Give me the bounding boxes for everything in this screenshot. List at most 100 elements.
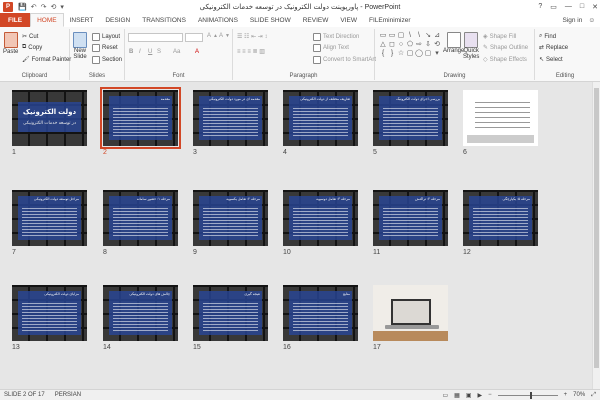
shrink-font-button[interactable]: A ▼: [219, 33, 230, 39]
smiley-icon[interactable]: ☺: [588, 17, 595, 24]
slide-thumbnail[interactable]: بررسی اجرای دولت الکترونیک: [373, 90, 448, 146]
font-name-box[interactable]: [128, 33, 183, 42]
slide-thumbnail[interactable]: مرحله ۵: یکپارچگی: [463, 190, 538, 246]
replace-button[interactable]: ⇄ Replace: [539, 44, 568, 52]
shape-effects-button[interactable]: ◇ Shape Effects: [483, 56, 527, 64]
align-buttons[interactable]: ≡ ≡ ≡ ≣ ▥: [237, 48, 265, 55]
shape-triangle[interactable]: △: [379, 41, 387, 49]
select-button[interactable]: ↖ Select: [539, 56, 563, 64]
minimize-button[interactable]: —: [565, 3, 572, 10]
align-text-button[interactable]: Align Text: [313, 44, 349, 52]
slide-thumbnail[interactable]: مقدمه ای در مورد دولت الکترونیکی: [193, 90, 268, 146]
shadow-button[interactable]: S: [157, 49, 161, 55]
save-icon[interactable]: 💾: [18, 3, 27, 11]
tab-view[interactable]: VIEW: [334, 13, 363, 27]
find-button[interactable]: ⌕ Find: [539, 33, 556, 40]
bold-button[interactable]: B: [129, 49, 133, 55]
copy-button[interactable]: ⧉ Copy: [22, 44, 42, 51]
layout-button[interactable]: Layout: [92, 33, 120, 41]
arrange-button[interactable]: Arrange: [443, 32, 464, 54]
sign-in-link[interactable]: Sign in: [562, 17, 582, 24]
tab-slide-show[interactable]: SLIDE SHOW: [244, 13, 297, 27]
font-color-button[interactable]: A: [195, 49, 199, 55]
customize-qat-icon[interactable]: ▾: [60, 3, 64, 11]
shape-right-arrow[interactable]: ⇨: [415, 41, 423, 49]
powerpoint-app-icon[interactable]: P: [3, 1, 13, 12]
zoom-in-icon[interactable]: +: [564, 392, 568, 398]
undo-icon[interactable]: ↶: [31, 3, 37, 11]
shape-line[interactable]: \: [406, 32, 414, 40]
new-slide-button[interactable]: New Slide: [73, 32, 87, 60]
reading-view-icon[interactable]: ▣: [466, 392, 472, 399]
reset-button[interactable]: Reset: [92, 44, 118, 52]
slide-thumbnail[interactable]: مرحله ۴: تراکنش: [373, 190, 448, 246]
shape-textbox[interactable]: ▭: [388, 32, 396, 40]
scrollbar-thumb[interactable]: [594, 88, 599, 368]
tab-fileminimizer[interactable]: FILEminimizer: [363, 13, 417, 27]
shape-rounded[interactable]: ▢: [397, 32, 405, 40]
slide-thumbnail[interactable]: منابع: [283, 285, 358, 341]
section-button[interactable]: Section: [92, 56, 122, 64]
slide-thumbnail[interactable]: مرحله ۱: حضور سامانه: [103, 190, 178, 246]
shape-square[interactable]: ◻: [388, 41, 396, 49]
slide-thumbnail[interactable]: مرحله ۲: تعامل یکسویه: [193, 190, 268, 246]
shape-star[interactable]: ☆: [397, 50, 405, 58]
repeat-icon[interactable]: ⟲: [50, 3, 56, 11]
paste-button[interactable]: Paste: [3, 32, 18, 55]
quick-styles-button[interactable]: Quick Styles: [463, 32, 479, 60]
shapes-more[interactable]: ▾: [433, 50, 441, 58]
shape-frame[interactable]: ▢: [406, 50, 414, 58]
zoom-slider[interactable]: [497, 391, 558, 399]
slide-thumbnail[interactable]: تعاریف مختلف از دولت الکترونیکی: [283, 90, 358, 146]
shape-brace-l[interactable]: {: [379, 50, 387, 58]
shape-box[interactable]: ▢: [424, 50, 432, 58]
shape-curved[interactable]: ⟲: [433, 41, 441, 49]
slide-thumbnail[interactable]: نتیجه گیری: [193, 285, 268, 341]
shape-outline-button[interactable]: ✎ Shape Outline: [483, 44, 528, 52]
smartart-button[interactable]: Convert to SmartArt: [313, 56, 376, 64]
shape-oval[interactable]: ○: [397, 41, 405, 49]
shape-triangle-r[interactable]: ⊿: [433, 32, 441, 40]
shape-brace-r[interactable]: }: [388, 50, 396, 58]
fit-slide-icon[interactable]: ⤢: [591, 392, 596, 399]
slide-thumbnail[interactable]: [463, 90, 538, 146]
shape-fill-button[interactable]: ◈ Shape Fill: [483, 33, 516, 41]
text-direction-button[interactable]: Text Direction: [313, 33, 359, 41]
slide-thumbnail[interactable]: مراحل توسعه دولت الکترونیکی: [12, 190, 87, 246]
grow-font-button[interactable]: A ▲: [207, 33, 218, 39]
shape-pentagon[interactable]: ⬠: [406, 41, 414, 49]
format-painter-button[interactable]: 🖌 Format Painter: [22, 56, 71, 64]
redo-icon[interactable]: ↷: [41, 3, 47, 11]
language-indicator[interactable]: PERSIAN: [55, 392, 81, 398]
vertical-scrollbar[interactable]: [592, 82, 600, 389]
maximize-button[interactable]: □: [580, 3, 584, 10]
shape-line2[interactable]: \: [415, 32, 423, 40]
slide-thumbnail[interactable]: [373, 285, 448, 341]
normal-view-icon[interactable]: ▭: [443, 392, 449, 399]
cut-button[interactable]: ✂ Cut: [22, 33, 38, 41]
tab-insert[interactable]: INSERT: [64, 13, 100, 27]
tab-design[interactable]: DESIGN: [99, 13, 136, 27]
tab-file[interactable]: FILE: [0, 13, 31, 27]
slideshow-icon[interactable]: ▶: [478, 392, 483, 399]
slide-thumbnail[interactable]: مزایای دولت الکترونیکی: [12, 285, 87, 341]
slide-thumbnail[interactable]: چالش های دولت الکترونیکی: [103, 285, 178, 341]
shape-rect[interactable]: ▭: [379, 32, 387, 40]
shape-circle[interactable]: ◯: [415, 50, 423, 58]
tab-transitions[interactable]: TRANSITIONS: [136, 13, 192, 27]
underline-button[interactable]: U: [148, 49, 152, 55]
tab-home[interactable]: HOME: [30, 13, 64, 27]
font-size-box[interactable]: [185, 33, 203, 42]
bullets-button[interactable]: ☰ ☷ ⇤ ⇥ ↕: [237, 33, 267, 40]
ribbon-display-button[interactable]: ▭: [550, 3, 557, 11]
shape-arrow[interactable]: ↘: [424, 32, 432, 40]
zoom-out-icon[interactable]: −: [488, 392, 492, 398]
tab-animations[interactable]: ANIMATIONS: [192, 13, 244, 27]
shape-down-arrow[interactable]: ⇩: [424, 41, 432, 49]
sorter-view-icon[interactable]: ▦: [454, 392, 460, 399]
change-case-button[interactable]: Aa: [173, 49, 180, 55]
close-button[interactable]: ✕: [592, 3, 598, 11]
tab-review[interactable]: REVIEW: [297, 13, 335, 27]
zoom-level[interactable]: 70%: [573, 392, 585, 398]
slide-thumbnail[interactable]: دولت الکترونیک در توسعه خدمات الکترونیکی: [12, 90, 87, 146]
